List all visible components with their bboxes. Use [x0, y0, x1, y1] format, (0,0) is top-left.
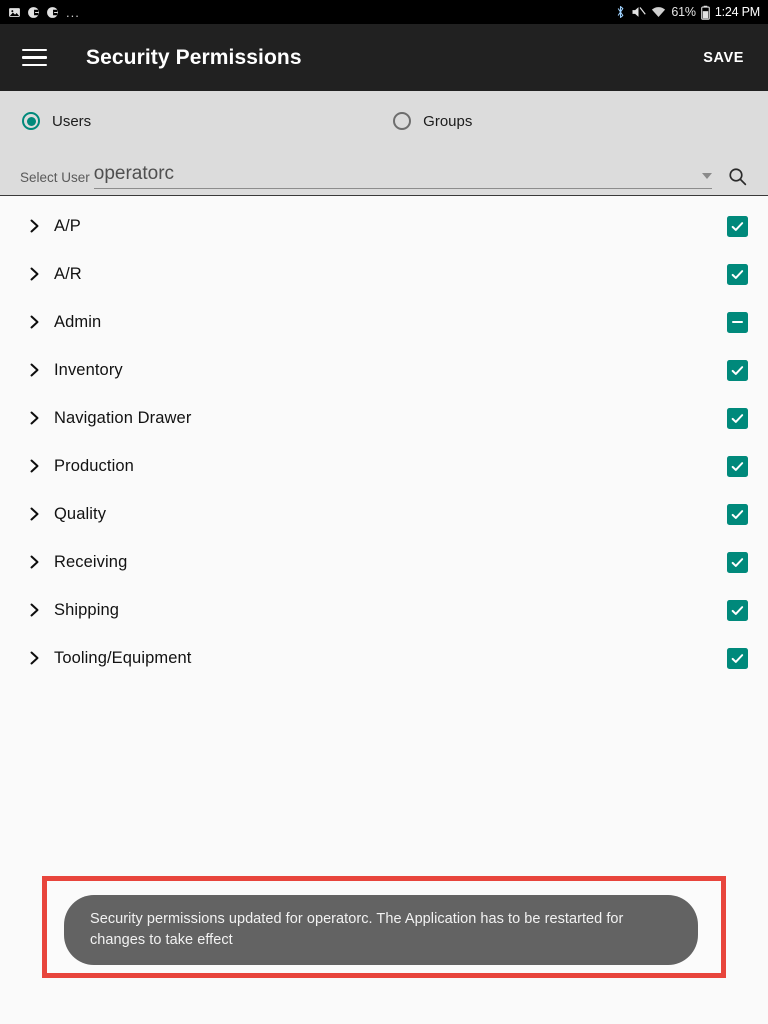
chevron-right-icon[interactable] [28, 363, 42, 377]
menu-bar-3 [22, 63, 47, 67]
checkmark-icon [731, 509, 744, 519]
permission-checkbox-checked[interactable] [727, 551, 748, 573]
permission-checkbox-checked[interactable] [727, 215, 748, 237]
permission-row[interactable]: Inventory [0, 346, 768, 394]
permission-label: Inventory [54, 360, 123, 379]
permission-row[interactable]: Tooling/Equipment [0, 634, 768, 682]
radio-groups-label: Groups [423, 112, 473, 130]
chevron-right-icon[interactable] [28, 507, 42, 521]
chevron-right-icon[interactable] [28, 411, 42, 425]
permission-label: A/R [54, 264, 82, 283]
search-icon[interactable] [720, 159, 754, 193]
permission-checkbox-indeterminate[interactable] [727, 311, 748, 333]
chevron-down-icon[interactable] [702, 173, 712, 179]
select-user-label: Select User [20, 170, 90, 185]
permission-checkbox-checked[interactable] [727, 503, 748, 525]
status-bar-left-icons: ... [8, 6, 615, 19]
radio-users-label: Users [52, 112, 92, 130]
menu-bar-1 [22, 48, 47, 52]
app-bar: Security Permissions SAVE [0, 24, 768, 91]
select-user-row: Select User operatorc [0, 151, 768, 189]
status-overflow-indicator: ... [66, 4, 80, 20]
permission-row[interactable]: Production [0, 442, 768, 490]
chevron-right-icon[interactable] [28, 603, 42, 617]
permission-checkbox-checked[interactable] [727, 455, 748, 477]
permission-label: Admin [54, 312, 102, 331]
checkmark-icon [731, 269, 744, 279]
scope-radio-group: Users Groups [0, 91, 768, 137]
page-title: Security Permissions [86, 45, 302, 69]
permission-checkbox-checked[interactable] [727, 647, 748, 669]
checkmark-icon [731, 653, 744, 663]
permission-row[interactable]: A/P [0, 202, 768, 250]
permission-checkbox-checked[interactable] [727, 407, 748, 429]
checkbox-dash-icon [732, 320, 743, 324]
radio-option-groups[interactable]: Groups [393, 112, 472, 130]
hamburger-menu-icon[interactable] [22, 44, 50, 72]
status-bar: ... 61% 1:24 PM [0, 0, 768, 24]
radio-users-icon [22, 112, 40, 130]
permission-row[interactable]: Receiving [0, 538, 768, 586]
status-bar-right-icons: 61% 1:24 PM [615, 5, 760, 20]
permission-label: Quality [54, 504, 107, 523]
permission-label: A/P [54, 216, 81, 235]
permission-label: Navigation Drawer [54, 408, 192, 427]
bluetooth-icon [615, 5, 626, 19]
volume-mute-icon [631, 5, 647, 19]
permission-row[interactable]: Admin [0, 298, 768, 346]
status-bar-clock: 1:24 PM [714, 5, 760, 19]
selector-panel: Users Groups Select User operatorc [0, 91, 768, 196]
checkmark-icon [731, 221, 744, 231]
battery-icon [701, 5, 710, 20]
chevron-right-icon[interactable] [28, 315, 42, 329]
radio-groups-icon [393, 112, 412, 130]
permission-checkbox-checked[interactable] [727, 359, 748, 381]
chevron-right-icon[interactable] [28, 651, 42, 665]
permission-label: Tooling/Equipment [54, 648, 192, 667]
checkmark-icon [731, 365, 744, 375]
permission-row[interactable]: A/R [0, 250, 768, 298]
permission-label: Production [54, 456, 134, 475]
wifi-icon [651, 6, 666, 19]
save-button[interactable]: SAVE [699, 44, 748, 72]
permission-row[interactable]: Shipping [0, 586, 768, 634]
chevron-right-icon[interactable] [28, 219, 42, 233]
menu-bar-2 [22, 56, 47, 59]
radio-users-dot [26, 116, 36, 126]
checkmark-icon [731, 461, 744, 471]
image-icon [8, 6, 21, 19]
permission-checkbox-checked[interactable] [727, 599, 748, 621]
battery-percent-label: 61% [671, 5, 696, 19]
contacts-sync-icon-2 [46, 6, 59, 19]
permission-list: A/P A/R Admin Inventory Navigation Drawer Pro… [0, 196, 768, 682]
radio-option-users[interactable]: Users [22, 112, 91, 130]
permission-checkbox-checked[interactable] [727, 263, 748, 285]
chevron-right-icon[interactable] [28, 555, 42, 569]
permission-row[interactable]: Navigation Drawer [0, 394, 768, 442]
toast-snackbar: Security permissions updated for operato… [64, 895, 698, 966]
chevron-right-icon[interactable] [28, 267, 42, 281]
selected-user-value: operatorc [93, 163, 175, 184]
select-user-dropdown[interactable]: operatorc [93, 163, 712, 189]
permission-label: Receiving [54, 552, 128, 571]
toast-message: Security permissions updated for operato… [90, 911, 624, 949]
contacts-sync-icon [27, 6, 40, 19]
annotation-highlight-box: Security permissions updated for operato… [42, 876, 726, 978]
checkmark-icon [731, 557, 744, 567]
checkmark-icon [731, 605, 744, 615]
permission-label: Shipping [54, 600, 120, 619]
checkmark-icon [731, 413, 744, 423]
permission-row[interactable]: Quality [0, 490, 768, 538]
chevron-right-icon[interactable] [28, 459, 42, 473]
